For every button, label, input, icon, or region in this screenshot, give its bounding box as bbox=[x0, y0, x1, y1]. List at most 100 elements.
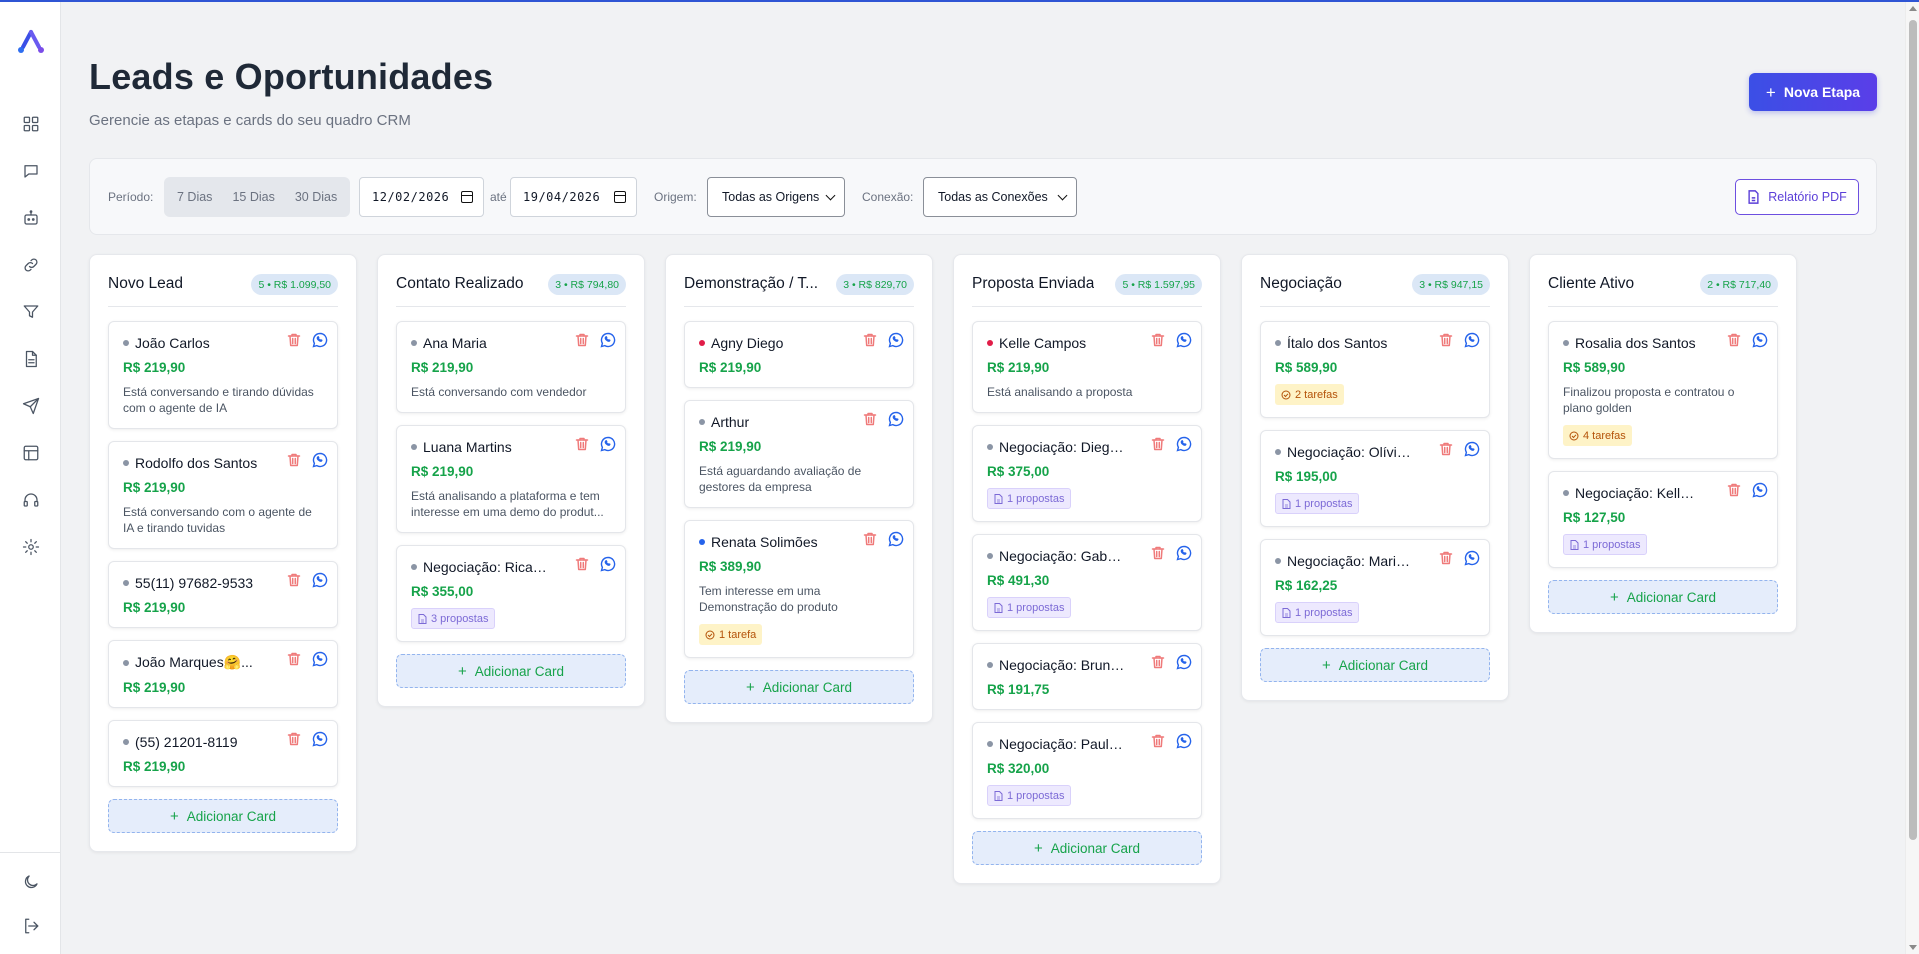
trash-icon[interactable] bbox=[1726, 482, 1742, 503]
lead-card[interactable]: Negociação: Gabri... R$ 491,30 1 propostas bbox=[972, 534, 1202, 631]
trash-icon[interactable] bbox=[286, 651, 302, 672]
trash-icon[interactable] bbox=[1438, 441, 1454, 462]
whatsapp-icon[interactable] bbox=[312, 452, 328, 473]
app-logo[interactable] bbox=[16, 29, 46, 55]
whatsapp-icon[interactable] bbox=[312, 572, 328, 593]
layout-icon[interactable] bbox=[19, 441, 43, 465]
trash-icon[interactable] bbox=[1438, 550, 1454, 571]
pdf-report-button[interactable]: Relatório PDF bbox=[1735, 179, 1859, 215]
column-title[interactable]: Novo Lead bbox=[108, 275, 183, 293]
proposals-badge[interactable]: 1 propostas bbox=[1275, 602, 1360, 623]
document-icon[interactable] bbox=[19, 347, 43, 371]
trash-icon[interactable] bbox=[1150, 654, 1166, 675]
add-card-button[interactable]: + Adicionar Card bbox=[684, 670, 914, 704]
filter-icon[interactable] bbox=[19, 300, 43, 324]
trash-icon[interactable] bbox=[574, 556, 590, 577]
period-30-days[interactable]: 30 Dias bbox=[285, 190, 347, 204]
proposals-badge[interactable]: 1 propostas bbox=[1563, 534, 1648, 555]
moon-icon[interactable] bbox=[19, 870, 43, 894]
link-icon[interactable] bbox=[19, 253, 43, 277]
lead-card[interactable]: João Marques🤗... R$ 219,90 bbox=[108, 640, 338, 708]
trash-icon[interactable] bbox=[1438, 332, 1454, 353]
column-title[interactable]: Cliente Ativo bbox=[1548, 275, 1634, 293]
proposals-badge[interactable]: 1 propostas bbox=[987, 785, 1072, 806]
trash-icon[interactable] bbox=[1150, 436, 1166, 457]
whatsapp-icon[interactable] bbox=[1464, 332, 1480, 353]
trash-icon[interactable] bbox=[286, 452, 302, 473]
lead-card[interactable]: Agny Diego R$ 219,90 bbox=[684, 321, 914, 388]
page-scrollbar[interactable] bbox=[1905, 2, 1919, 954]
tasks-badge[interactable]: 1 tarefa bbox=[699, 624, 763, 645]
column-title[interactable]: Negociação bbox=[1260, 275, 1342, 293]
whatsapp-icon[interactable] bbox=[1176, 733, 1192, 754]
add-card-button[interactable]: + Adicionar Card bbox=[108, 799, 338, 833]
tasks-badge[interactable]: 2 tarefas bbox=[1275, 384, 1344, 405]
period-15-days[interactable]: 15 Dias bbox=[222, 190, 284, 204]
whatsapp-icon[interactable] bbox=[1464, 441, 1480, 462]
lead-card[interactable]: Renata Solimões R$ 389,90 Tem interesse em… bbox=[684, 520, 914, 658]
lead-card[interactable]: Arthur R$ 219,90 Está aguardando avaliação… bbox=[684, 400, 914, 508]
whatsapp-icon[interactable] bbox=[600, 556, 616, 577]
column-title[interactable]: Contato Realizado bbox=[396, 275, 524, 293]
trash-icon[interactable] bbox=[1150, 545, 1166, 566]
grid-icon[interactable] bbox=[19, 112, 43, 136]
date-from-input[interactable]: 12/02/2026 bbox=[359, 177, 484, 217]
trash-icon[interactable] bbox=[1150, 733, 1166, 754]
whatsapp-icon[interactable] bbox=[1176, 545, 1192, 566]
add-card-button[interactable]: + Adicionar Card bbox=[396, 654, 626, 688]
proposals-badge[interactable]: 1 propostas bbox=[1275, 493, 1360, 514]
scroll-down-arrow[interactable] bbox=[1909, 945, 1917, 950]
period-7-days[interactable]: 7 Dias bbox=[164, 190, 222, 204]
lead-card[interactable]: Rosalia dos Santos R$ 589,90 Finalizou pro… bbox=[1548, 321, 1778, 459]
gear-icon[interactable] bbox=[19, 535, 43, 559]
whatsapp-icon[interactable] bbox=[1752, 482, 1768, 503]
trash-icon[interactable] bbox=[862, 411, 878, 432]
lead-card[interactable]: Ana Maria R$ 219,90 Está conversando com v… bbox=[396, 321, 626, 413]
whatsapp-icon[interactable] bbox=[888, 332, 904, 353]
whatsapp-icon[interactable] bbox=[600, 436, 616, 457]
lead-card[interactable]: 55(11) 97682-9533 R$ 219,90 bbox=[108, 561, 338, 628]
lead-card[interactable]: Luana Martins R$ 219,90 Está analisando a … bbox=[396, 425, 626, 533]
whatsapp-icon[interactable] bbox=[888, 411, 904, 432]
robot-icon[interactable] bbox=[19, 206, 43, 230]
whatsapp-icon[interactable] bbox=[1752, 332, 1768, 353]
lead-card[interactable]: Ítalo dos Santos R$ 589,90 2 tarefas bbox=[1260, 321, 1490, 418]
headset-icon[interactable] bbox=[19, 488, 43, 512]
column-title[interactable]: Demonstração / T... bbox=[684, 275, 818, 293]
new-stage-button[interactable]: + Nova Etapa bbox=[1749, 73, 1877, 111]
tasks-badge[interactable]: 4 tarefas bbox=[1563, 425, 1632, 446]
lead-card[interactable]: Negociação: Paulo ... R$ 320,00 1 proposta… bbox=[972, 722, 1202, 819]
whatsapp-icon[interactable] bbox=[312, 731, 328, 752]
trash-icon[interactable] bbox=[574, 332, 590, 353]
proposals-badge[interactable]: 3 propostas bbox=[411, 608, 496, 629]
trash-icon[interactable] bbox=[1150, 332, 1166, 353]
origin-select[interactable]: Todas as Origens bbox=[707, 177, 845, 217]
trash-icon[interactable] bbox=[862, 332, 878, 353]
scroll-thumb[interactable] bbox=[1909, 20, 1917, 840]
trash-icon[interactable] bbox=[862, 531, 878, 552]
calendar-icon[interactable] bbox=[614, 191, 626, 203]
proposals-badge[interactable]: 1 propostas bbox=[987, 597, 1072, 618]
date-to-input[interactable]: 19/04/2026 bbox=[510, 177, 637, 217]
lead-card[interactable]: Negociação: Ricard... R$ 355,00 3 proposta… bbox=[396, 545, 626, 642]
trash-icon[interactable] bbox=[574, 436, 590, 457]
trash-icon[interactable] bbox=[286, 731, 302, 752]
add-card-button[interactable]: + Adicionar Card bbox=[1548, 580, 1778, 614]
whatsapp-icon[interactable] bbox=[1176, 654, 1192, 675]
whatsapp-icon[interactable] bbox=[312, 651, 328, 672]
whatsapp-icon[interactable] bbox=[1176, 436, 1192, 457]
whatsapp-icon[interactable] bbox=[888, 531, 904, 552]
whatsapp-icon[interactable] bbox=[1176, 332, 1192, 353]
lead-card[interactable]: Kelle Campos R$ 219,90 Está analisando a p… bbox=[972, 321, 1202, 413]
add-card-button[interactable]: + Adicionar Card bbox=[972, 831, 1202, 865]
lead-card[interactable]: Negociação: Bruno... R$ 191,75 bbox=[972, 643, 1202, 710]
lead-card[interactable]: Negociação: Kelly ... R$ 127,50 1 proposta… bbox=[1548, 471, 1778, 568]
add-card-button[interactable]: + Adicionar Card bbox=[1260, 648, 1490, 682]
column-title[interactable]: Proposta Enviada bbox=[972, 275, 1094, 293]
lead-card[interactable]: Negociação: Maria... R$ 162,25 1 propostas bbox=[1260, 539, 1490, 636]
lead-card[interactable]: Rodolfo dos Santos R$ 219,90 Está conversa… bbox=[108, 441, 338, 549]
lead-card[interactable]: Negociação: Olívia ... R$ 195,00 1 propost… bbox=[1260, 430, 1490, 527]
proposals-badge[interactable]: 1 propostas bbox=[987, 488, 1072, 509]
lead-card[interactable]: João Carlos R$ 219,90 Está conversando e t… bbox=[108, 321, 338, 429]
trash-icon[interactable] bbox=[286, 332, 302, 353]
